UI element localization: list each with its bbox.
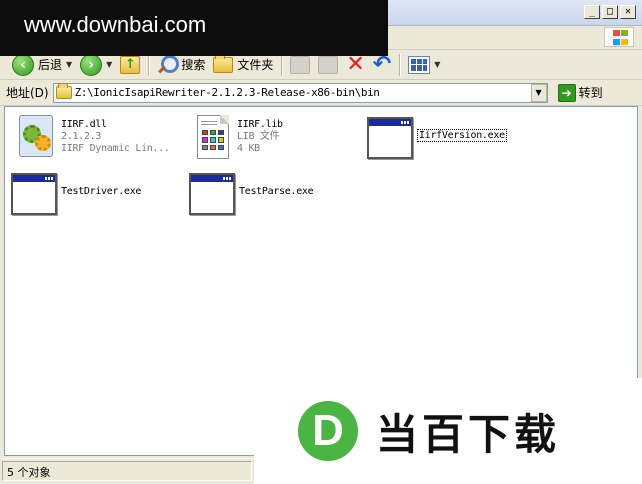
undo-icon: ↶ — [372, 51, 392, 77]
file-size: 4 KB — [237, 143, 260, 154]
copy-to-icon — [318, 55, 339, 74]
file-type: LIB 文件 — [237, 131, 280, 142]
file-item-iirf-lib[interactable]: IIRF.lib LIB 文件 4 KB — [193, 113, 283, 161]
go-label: 转到 — [578, 86, 603, 100]
move-to-button[interactable] — [286, 53, 314, 77]
address-dropdown-button[interactable]: ▼ — [530, 83, 547, 102]
back-label: 后退 — [38, 58, 63, 72]
views-icon — [408, 55, 431, 74]
file-name: IIRF.dll — [61, 119, 107, 130]
exe-window-icon — [189, 173, 235, 215]
folder-icon — [213, 53, 234, 73]
exe-window-icon — [367, 117, 413, 159]
chevron-down-icon: ▼ — [535, 88, 542, 97]
delete-icon: ✕ — [346, 51, 365, 77]
chevron-down-icon: ▼ — [106, 60, 113, 69]
address-label: 地址(D) — [6, 86, 49, 100]
forward-button[interactable]: › ▼ — [76, 53, 116, 77]
brand-name: 当百下载 — [376, 409, 561, 459]
folder-icon — [55, 83, 72, 99]
views-button[interactable]: ▼ — [404, 53, 444, 77]
exe-window-icon — [11, 173, 57, 215]
folders-button[interactable]: 文件夹 — [209, 53, 277, 77]
search-label: 搜索 — [181, 58, 206, 72]
brand-logo-icon: D — [298, 401, 358, 461]
window-controls: _ □ ✕ — [584, 5, 636, 19]
file-name: IirfVersion.exe — [417, 129, 507, 142]
file-name: TestParse.exe — [239, 186, 314, 197]
file-item-iirf-dll[interactable]: IIRF.dll 2.1.2.3 IIRF Dynamic Lin... — [17, 113, 170, 159]
toolbar-separator — [281, 53, 283, 76]
brand-watermark: D 当百下载 — [254, 378, 642, 484]
up-folder-icon: ↑ — [120, 55, 141, 74]
search-button[interactable]: 搜索 — [153, 53, 209, 77]
file-version: 2.1.2.3 — [61, 131, 102, 142]
address-path[interactable]: Z:\IonicIsapiRewriter-2.1.2.3-Release-x8… — [75, 86, 531, 99]
file-name: TestDriver.exe — [61, 186, 142, 197]
windows-logo-icon — [604, 27, 634, 47]
undo-button[interactable]: ↶ — [369, 53, 395, 77]
file-item-testparse-exe[interactable]: TestParse.exe — [189, 173, 314, 215]
delete-button[interactable]: ✕ — [342, 53, 368, 77]
up-folder-button[interactable]: ↑ — [116, 53, 144, 77]
copy-to-button[interactable] — [314, 53, 342, 77]
file-item-iirfversion-exe[interactable]: IirfVersion.exe — [367, 117, 507, 159]
maximize-button[interactable]: □ — [602, 5, 618, 19]
object-count: 5 个对象 — [2, 461, 252, 481]
address-input[interactable]: Z:\IonicIsapiRewriter-2.1.2.3-Release-x8… — [52, 82, 548, 103]
search-icon — [157, 54, 180, 75]
file-description: IIRF Dynamic Lin... — [61, 143, 170, 154]
chevron-down-icon: ▼ — [434, 60, 441, 69]
toolbar-separator — [399, 53, 401, 76]
site-watermark: www.downbai.com — [0, 0, 388, 56]
file-name: IIRF.lib — [237, 119, 283, 130]
dll-gear-icon — [17, 113, 57, 159]
move-to-icon — [290, 55, 311, 74]
go-arrow-icon: ➔ — [557, 83, 576, 102]
toolbar-separator — [148, 53, 150, 76]
file-item-testdriver-exe[interactable]: TestDriver.exe — [11, 173, 141, 215]
back-arrow-icon: ‹ — [12, 53, 34, 76]
go-button[interactable]: ➔ 转到 — [554, 83, 607, 103]
lib-file-icon — [193, 113, 233, 161]
back-button[interactable]: ‹ 后退 ▼ — [8, 53, 76, 77]
chevron-down-icon: ▼ — [66, 60, 73, 69]
forward-arrow-icon: › — [80, 53, 103, 76]
close-button[interactable]: ✕ — [620, 5, 636, 19]
address-bar: 地址(D) Z:\IonicIsapiRewriter-2.1.2.3-Rele… — [0, 80, 642, 106]
minimize-button[interactable]: _ — [584, 5, 600, 19]
folders-label: 文件夹 — [237, 58, 274, 72]
